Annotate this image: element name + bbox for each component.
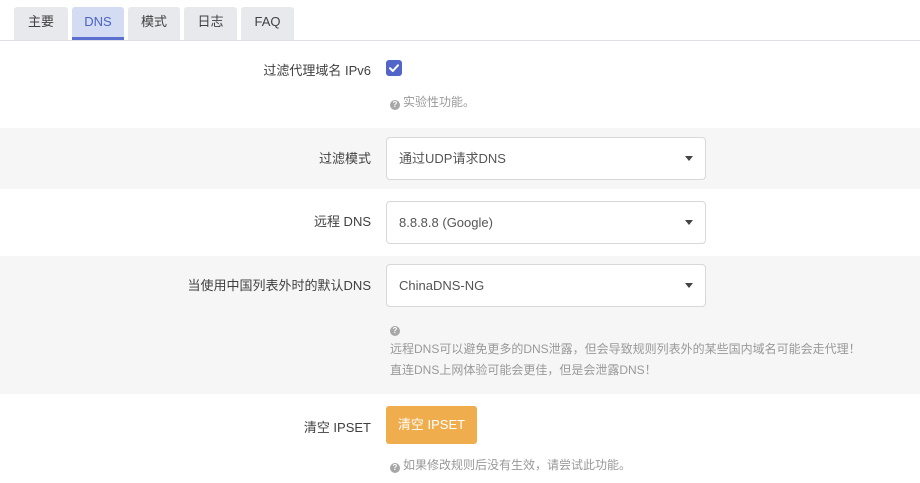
row-filter-mode: 过滤模式 通过UDP请求DNS bbox=[0, 128, 920, 189]
clear-ipset-hint-text: 如果修改规则后没有生效，请尝试此功能。 bbox=[403, 458, 632, 472]
filter-ipv6-hint: ? 实验性功能。 bbox=[390, 92, 475, 112]
question-circle-icon: ? bbox=[390, 100, 400, 110]
tab-mode[interactable]: 模式 bbox=[128, 7, 180, 40]
filter-ipv6-checkbox[interactable] bbox=[386, 60, 402, 76]
caret-down-icon bbox=[685, 220, 693, 225]
clear-ipset-label: 清空 IPSET bbox=[303, 420, 371, 435]
default-dns-value: ChinaDNS-NG bbox=[399, 278, 485, 293]
default-dns-hint-line2: 直连DNS上网体验可能会更佳，但是会泄露DNS！ bbox=[390, 363, 657, 377]
remote-dns-label: 远程 DNS bbox=[313, 214, 371, 229]
tab-dns[interactable]: DNS bbox=[72, 7, 124, 40]
row-clear-ipset: 清空 IPSET 清空 IPSET ? 如果修改规则后没有生效，请尝试此功能。 bbox=[0, 394, 920, 483]
remote-dns-select[interactable]: 8.8.8.8 (Google) bbox=[386, 201, 706, 244]
remote-dns-value: 8.8.8.8 (Google) bbox=[399, 215, 493, 230]
checkmark-icon bbox=[389, 64, 399, 72]
row-filter-ipv6: 过滤代理域名 IPv6 ? 实验性功能。 bbox=[0, 42, 920, 128]
tab-main[interactable]: 主要 bbox=[14, 7, 68, 40]
default-dns-hint-line1: 远程DNS可以避免更多的DNS泄露，但会导致规则列表外的某些国内域名可能会走代理… bbox=[390, 342, 861, 356]
filter-ipv6-label: 过滤代理域名 IPv6 bbox=[263, 63, 371, 78]
caret-down-icon bbox=[685, 156, 693, 161]
question-circle-icon: ? bbox=[390, 326, 400, 336]
row-remote-dns: 远程 DNS 8.8.8.8 (Google) bbox=[0, 189, 920, 256]
default-dns-select[interactable]: ChinaDNS-NG bbox=[386, 264, 706, 307]
clear-ipset-button[interactable]: 清空 IPSET bbox=[386, 406, 477, 444]
filter-mode-value: 通过UDP请求DNS bbox=[399, 151, 506, 166]
filter-ipv6-hint-text: 实验性功能。 bbox=[403, 95, 476, 109]
default-dns-label: 当使用中国列表外时的默认DNS bbox=[187, 278, 371, 293]
filter-mode-label: 过滤模式 bbox=[318, 151, 371, 166]
tab-log[interactable]: 日志 bbox=[184, 7, 237, 40]
default-dns-hint: ? bbox=[390, 318, 403, 338]
question-circle-icon: ? bbox=[390, 463, 400, 473]
clear-ipset-hint: ? 如果修改规则后没有生效，请尝试此功能。 bbox=[390, 455, 631, 475]
caret-down-icon bbox=[685, 283, 693, 288]
tab-bar: 主要 DNS 模式 日志 FAQ bbox=[0, 0, 920, 41]
tab-faq[interactable]: FAQ bbox=[241, 7, 294, 40]
filter-mode-select[interactable]: 通过UDP请求DNS bbox=[386, 137, 706, 180]
row-default-dns: 当使用中国列表外时的默认DNS ChinaDNS-NG ? 远程DNS可以避免更… bbox=[0, 256, 920, 394]
